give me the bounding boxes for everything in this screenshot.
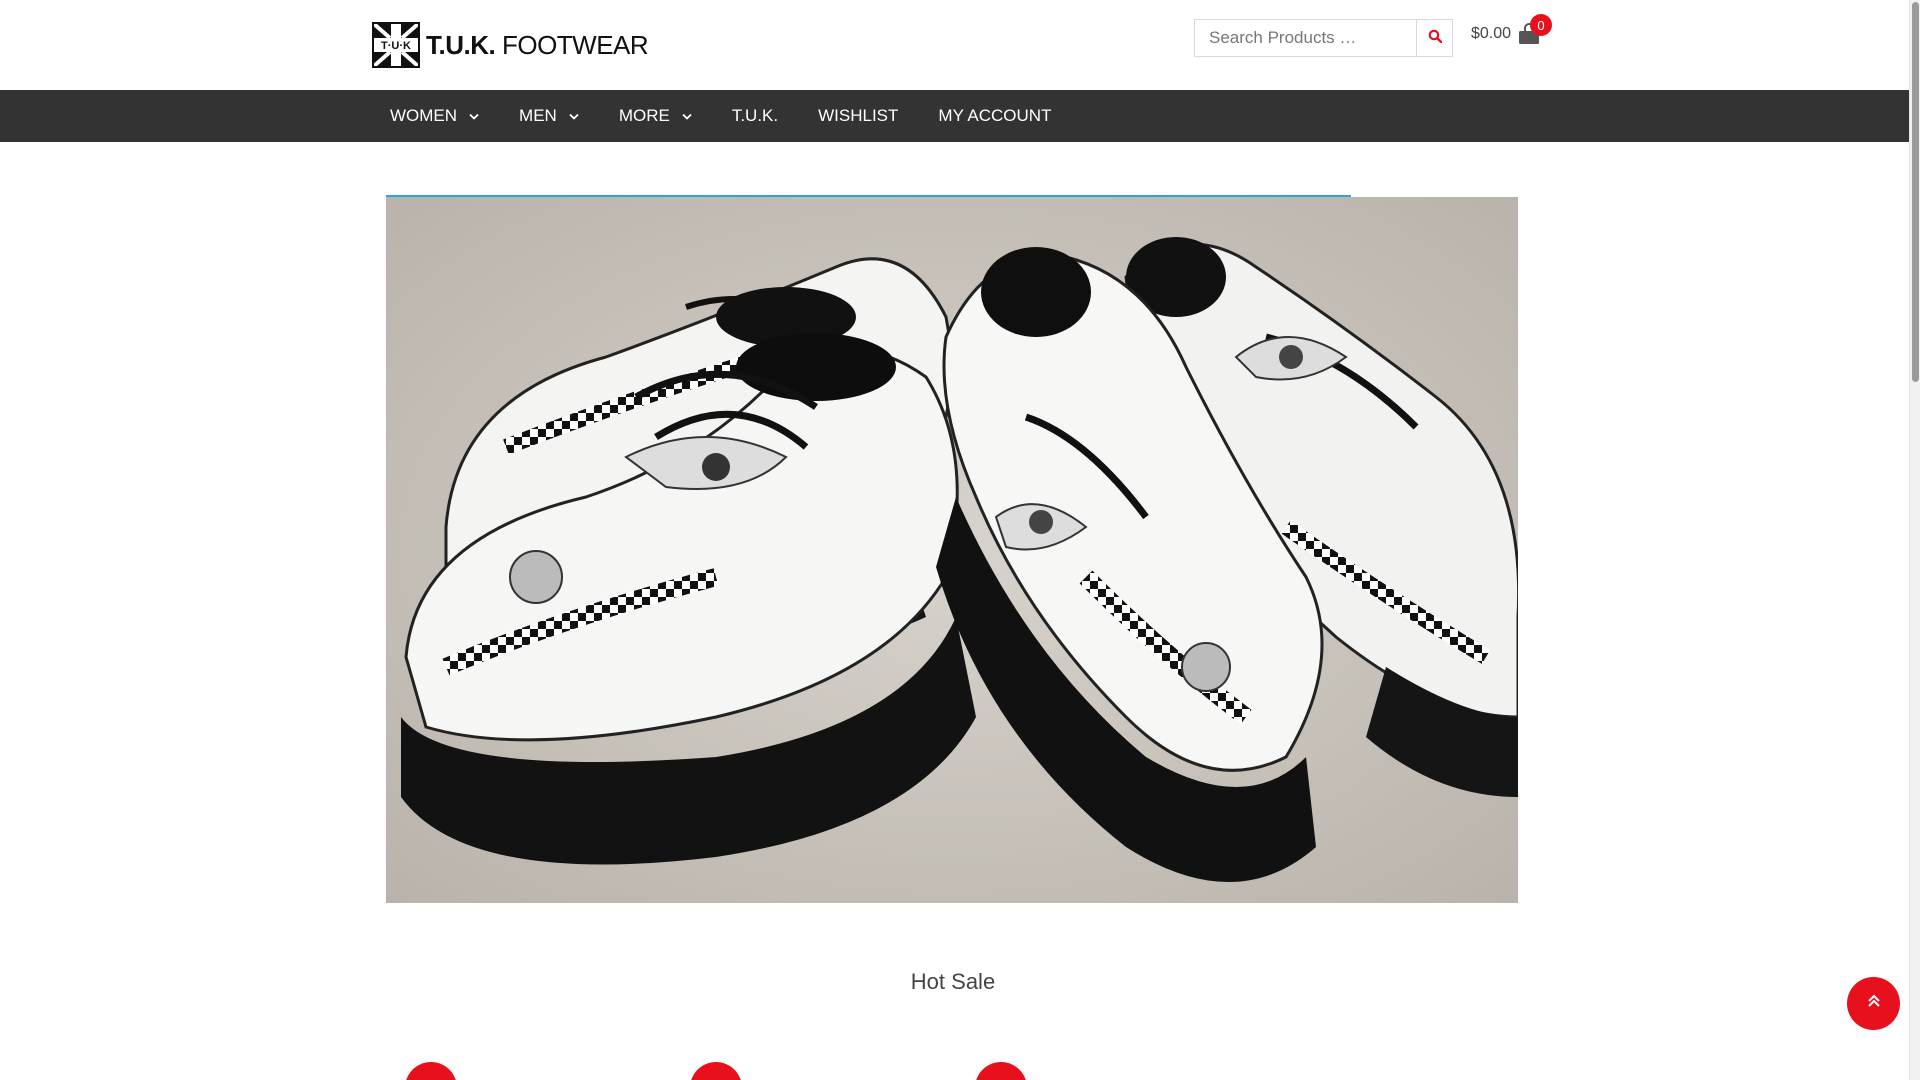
sale-badge [405, 1062, 457, 1080]
tuk-logo-mark-icon: T·U·K [372, 22, 420, 68]
sale-badge [975, 1062, 1027, 1080]
nav-item-t-u-k[interactable]: T.U.K. [712, 90, 798, 142]
nav-item-label: MEN [519, 106, 557, 125]
nav-item-men[interactable]: MEN [499, 90, 599, 142]
search-icon [1428, 29, 1442, 48]
sale-badge [690, 1062, 742, 1080]
nav-item-label: T.U.K. [731, 106, 779, 125]
nav-item-label: MY ACCOUNT [938, 106, 1052, 125]
nav-item-label: WOMEN [390, 106, 458, 125]
creeper-shoes-illustration [386, 197, 1518, 903]
nav-item-my-account[interactable]: MY ACCOUNT [918, 90, 1071, 142]
nav-menu: WOMEN MEN MORE T.U.K. WISHLIST MY ACCOUNT [370, 90, 1071, 142]
nav-item-label: WISHLIST [818, 106, 899, 125]
hero-slider-image[interactable] [386, 197, 1518, 903]
nav-item-label: MORE [618, 106, 670, 125]
double-chevron-up-icon [1866, 993, 1882, 1014]
search-input[interactable] [1194, 19, 1416, 57]
svg-text:T·U·K: T·U·K [381, 40, 411, 52]
site-header: T·U·K T.U.K. FOOTWEAR $0.00 0 [0, 0, 1909, 90]
nav-item-wishlist[interactable]: WISHLIST [798, 90, 918, 142]
hot-sale-heading: Hot Sale [910, 969, 996, 994]
back-to-top-button[interactable] [1847, 977, 1900, 1030]
site-logo[interactable]: T·U·K T.U.K. FOOTWEAR [372, 22, 649, 68]
page: T·U·K T.U.K. FOOTWEAR $0.00 0 WOMEN MEN MO… [0, 0, 1920, 1080]
nav-item-women[interactable]: WOMEN [370, 90, 499, 142]
chevron-down-icon [682, 106, 692, 126]
cart-total: $0.00 [1471, 25, 1512, 42]
cart-count-badge: 0 [1530, 14, 1552, 36]
scrollbar-thumb[interactable] [1912, 2, 1919, 382]
main-navigation: WOMEN MEN MORE T.U.K. WISHLIST MY ACCOUNT [0, 90, 1909, 142]
product-search [1194, 19, 1453, 57]
page-scrollbar[interactable] [1909, 0, 1920, 1080]
brand-name-bold: T.U.K. [426, 29, 496, 60]
chevron-down-icon [469, 106, 479, 126]
nav-item-more[interactable]: MORE [599, 90, 712, 142]
chevron-down-icon [569, 106, 579, 126]
brand-name-rest: FOOTWEAR [495, 29, 649, 60]
brand-name: T.U.K. FOOTWEAR [426, 29, 649, 61]
search-button[interactable] [1416, 19, 1453, 57]
